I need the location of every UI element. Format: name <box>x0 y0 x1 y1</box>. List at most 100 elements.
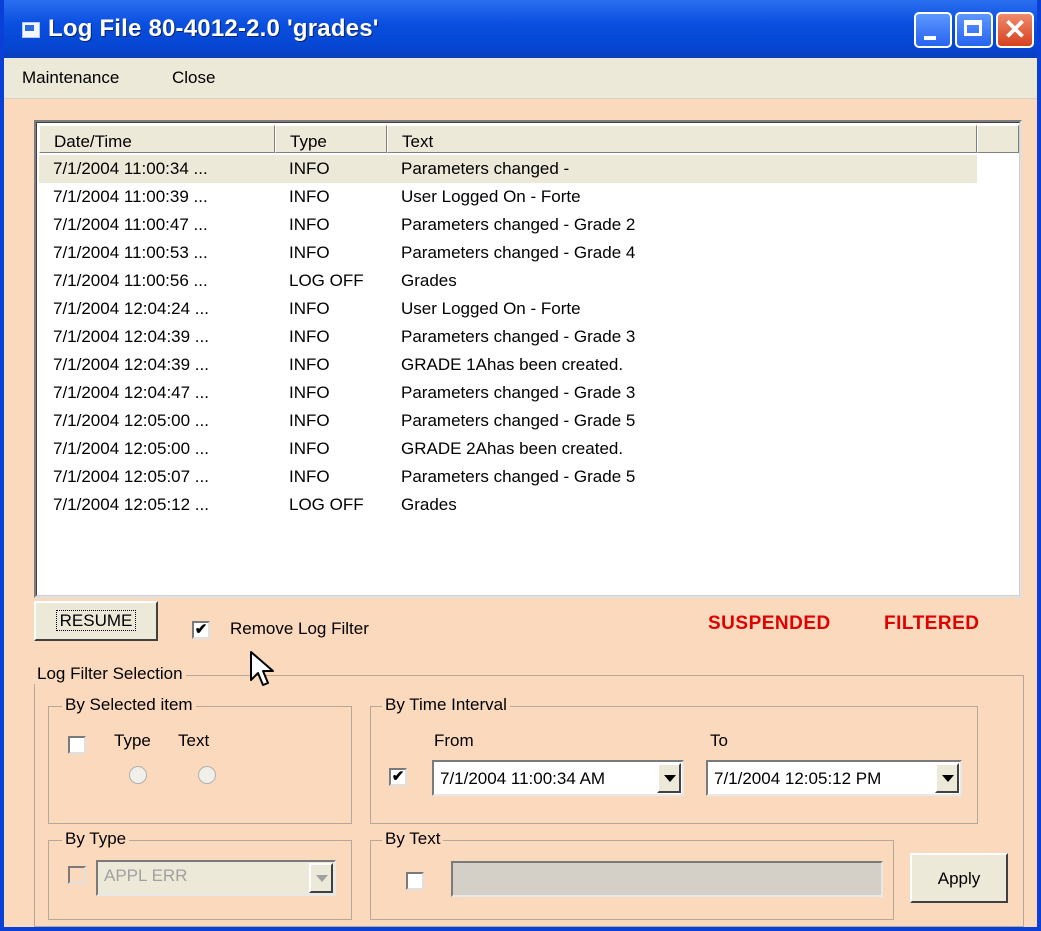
title-bar[interactable]: Log File 80-4012-2.0 'grades' ✕ <box>4 0 1037 59</box>
cell-text: Grades <box>401 271 457 290</box>
remove-log-filter-label[interactable]: Remove Log Filter <box>230 619 369 639</box>
by-selected-item-group <box>48 706 352 824</box>
cell-type: LOG OFF <box>289 495 364 514</box>
cell-type: INFO <box>289 439 330 458</box>
time-from-dropdown[interactable]: 7/1/2004 11:00:34 AM <box>432 760 684 796</box>
app-window-icon <box>22 22 40 38</box>
type-dropdown[interactable]: APPL ERR <box>96 860 336 896</box>
cell-datetime: 7/1/2004 12:05:00 ... <box>53 411 209 430</box>
table-row[interactable]: 7/1/2004 12:05:00 ... INFO Parameters chan… <box>39 407 977 435</box>
column-header-text[interactable]: Text <box>387 125 977 153</box>
cell-type: INFO <box>289 411 330 430</box>
table-row[interactable]: 7/1/2004 12:04:47 ... INFO Parameters chan… <box>39 379 977 407</box>
remove-log-filter-checkbox[interactable]: ✔ <box>192 621 210 639</box>
time-to-dropdown[interactable]: 7/1/2004 12:05:12 PM <box>706 760 962 796</box>
cell-type: INFO <box>289 299 330 318</box>
filter-text-input[interactable] <box>451 861 883 897</box>
cell-text: User Logged On - Forte <box>401 187 581 206</box>
table-row[interactable]: 7/1/2004 11:00:34 ... INFO Parameters chan… <box>39 155 977 183</box>
cell-type: INFO <box>289 159 330 178</box>
minimize-icon <box>924 36 936 40</box>
by-text-title: By Text <box>382 829 444 849</box>
menu-maintenance[interactable]: Maintenance <box>22 68 119 88</box>
cell-type: LOG OFF <box>289 271 364 290</box>
status-suspended: SUSPENDED <box>708 613 831 634</box>
cell-datetime: 7/1/2004 12:04:24 ... <box>53 299 209 318</box>
chevron-down-icon[interactable] <box>935 763 959 793</box>
window-title: Log File 80-4012-2.0 'grades' <box>48 15 379 42</box>
cell-text: Grades <box>401 495 457 514</box>
cell-type: INFO <box>289 383 330 402</box>
by-time-interval-checkbox[interactable]: ✔ <box>389 768 407 786</box>
table-row[interactable]: 7/1/2004 12:05:12 ... LOG OFF Grades <box>39 491 977 519</box>
selected-type-radio[interactable] <box>129 766 147 784</box>
chevron-down-icon[interactable] <box>309 863 333 893</box>
cell-type: INFO <box>289 215 330 234</box>
menu-close[interactable]: Close <box>172 68 215 88</box>
selected-text-radio[interactable] <box>198 766 216 784</box>
by-selected-item-checkbox[interactable] <box>68 736 86 754</box>
log-filter-selection-title: Log Filter Selection <box>34 664 186 684</box>
cell-text: Parameters changed - Grade 3 <box>401 383 636 402</box>
table-row[interactable]: 7/1/2004 11:00:47 ... INFO Parameters chan… <box>39 211 977 239</box>
table-row[interactable]: 7/1/2004 12:04:39 ... INFO GRADE 1Ahas bee… <box>39 351 977 379</box>
time-from-label: From <box>434 731 474 750</box>
column-header-filler <box>977 125 1019 153</box>
cell-datetime: 7/1/2004 12:05:07 ... <box>53 467 209 486</box>
by-type-title: By Type <box>62 829 130 849</box>
cell-type: INFO <box>289 187 330 206</box>
maximize-button[interactable] <box>955 12 993 48</box>
cell-type: INFO <box>289 327 330 346</box>
maximize-icon <box>964 20 982 36</box>
column-header-datetime[interactable]: Date/Time <box>39 125 275 153</box>
cell-datetime: 7/1/2004 12:04:39 ... <box>53 355 209 374</box>
selected-type-label: Type <box>114 731 151 750</box>
cell-datetime: 7/1/2004 11:00:39 ... <box>53 187 208 206</box>
cell-datetime: 7/1/2004 12:04:39 ... <box>53 327 209 346</box>
table-row[interactable]: 7/1/2004 12:05:00 ... INFO GRADE 2Ahas bee… <box>39 435 977 463</box>
log-list[interactable]: Date/Time Type Text 7/1/2004 11:00:34 ..… <box>34 120 1022 598</box>
status-filtered: FILTERED <box>884 613 980 634</box>
by-type-checkbox[interactable] <box>68 866 86 884</box>
cell-type: INFO <box>289 355 330 374</box>
apply-button[interactable]: Apply <box>910 853 1008 903</box>
cell-text: Parameters changed - Grade 2 <box>401 215 636 234</box>
cell-datetime: 7/1/2004 12:05:00 ... <box>53 439 209 458</box>
arrow-cursor-icon <box>250 651 274 686</box>
cell-text: Parameters changed - <box>401 159 570 178</box>
time-to-label: To <box>710 731 728 750</box>
cell-text: Parameters changed - Grade 5 <box>401 411 636 430</box>
by-time-interval-title: By Time Interval <box>382 695 510 715</box>
cell-text: User Logged On - Forte <box>401 299 581 318</box>
cell-datetime: 7/1/2004 11:00:47 ... <box>53 215 208 234</box>
table-row[interactable]: 7/1/2004 11:00:53 ... INFO Parameters chan… <box>39 239 977 267</box>
cell-datetime: 7/1/2004 11:00:34 ... <box>53 159 208 178</box>
table-row[interactable]: 7/1/2004 11:00:39 ... INFO User Logged On … <box>39 183 977 211</box>
type-dropdown-value: APPL ERR <box>104 866 188 885</box>
table-row[interactable]: 7/1/2004 12:04:24 ... INFO User Logged On … <box>39 295 977 323</box>
by-selected-item-title: By Selected item <box>62 695 196 715</box>
table-row[interactable]: 7/1/2004 12:04:39 ... INFO Parameters chan… <box>39 323 977 351</box>
column-header-type[interactable]: Type <box>275 125 387 153</box>
resume-button[interactable]: RESUME <box>34 601 158 641</box>
cell-datetime: 7/1/2004 12:04:47 ... <box>53 383 209 402</box>
cell-datetime: 7/1/2004 11:00:56 ... <box>53 271 208 290</box>
minimize-button[interactable] <box>914 12 952 48</box>
close-window-button[interactable]: ✕ <box>996 12 1034 48</box>
chevron-down-icon[interactable] <box>657 763 681 793</box>
log-list-inner: Date/Time Type Text 7/1/2004 11:00:34 ..… <box>36 122 1020 596</box>
cell-text: Parameters changed - Grade 5 <box>401 467 636 486</box>
time-to-value: 7/1/2004 12:05:12 PM <box>714 769 882 788</box>
table-row[interactable]: 7/1/2004 12:05:07 ... INFO Parameters chan… <box>39 463 977 491</box>
cell-datetime: 7/1/2004 11:00:53 ... <box>53 243 208 262</box>
menu-bar: Maintenance Close <box>4 58 1037 99</box>
by-text-checkbox[interactable] <box>406 872 424 890</box>
cell-text: GRADE 2Ahas been created. <box>401 439 624 458</box>
log-file-window: Log File 80-4012-2.0 'grades' ✕ Maintena… <box>0 0 1041 931</box>
cell-text: GRADE 1Ahas been created. <box>401 355 624 374</box>
table-row[interactable]: 7/1/2004 11:00:56 ... LOG OFF Grades <box>39 267 977 295</box>
time-from-value: 7/1/2004 11:00:34 AM <box>440 769 606 788</box>
cell-type: INFO <box>289 243 330 262</box>
selected-text-label: Text <box>178 731 210 750</box>
close-icon: ✕ <box>1003 14 1027 45</box>
